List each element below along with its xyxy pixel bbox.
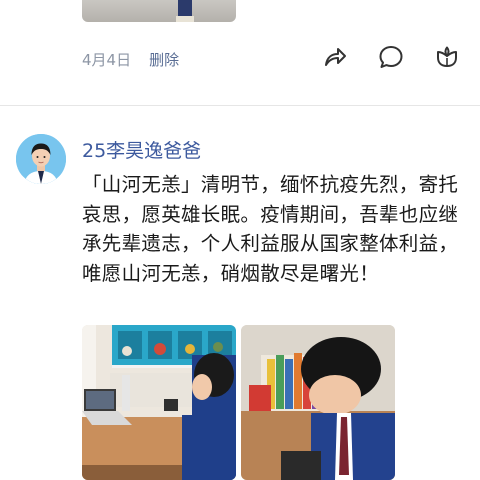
post-divider (0, 105, 480, 106)
post-actions (292, 44, 480, 70)
post-text: 「山河无恙」清明节，缅怀抗疫先烈，寄托哀思，愿英雄长眠。疫情期间，吾辈也应继承先… (82, 173, 459, 285)
previous-post-photo[interactable] (82, 0, 236, 22)
post-username[interactable]: 25李昊逸爸爸 (82, 136, 201, 163)
post-photo-2[interactable] (241, 325, 395, 480)
post-date: 4月4日 (82, 50, 132, 69)
post-meta-row: 4月4日 删除 (82, 48, 179, 70)
like-icon[interactable] (434, 44, 460, 70)
share-icon[interactable] (322, 44, 348, 70)
avatar[interactable] (16, 134, 66, 184)
photo-figure-shoe (176, 16, 194, 22)
comment-icon[interactable] (378, 44, 404, 70)
post-photo-1[interactable] (82, 325, 236, 480)
delete-link[interactable]: 删除 (149, 49, 179, 70)
feed-page: 4月4日 删除 25李昊逸爸爸 「山河无恙」清明节，缅怀抗疫先烈，寄托哀思，愿英… (0, 0, 480, 480)
